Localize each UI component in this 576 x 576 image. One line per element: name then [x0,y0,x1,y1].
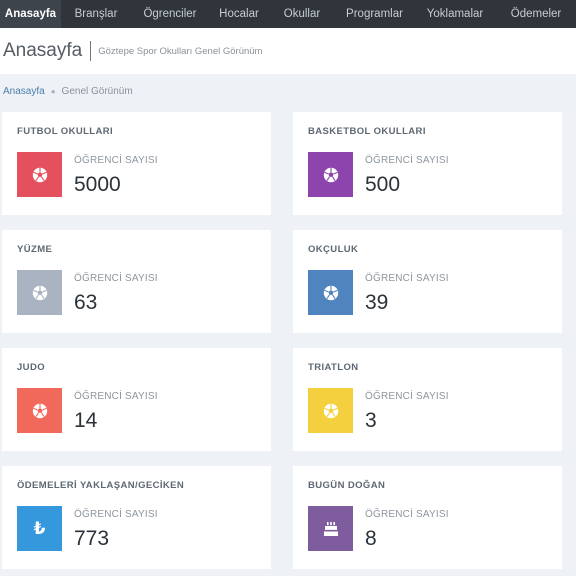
card-title: BUGÜN DOĞAN [308,480,386,491]
nav-item-programlar[interactable]: Programlar [335,0,414,28]
nav-item-anasayfa[interactable]: Anasayfa [0,0,61,28]
card-icon-box [17,388,62,433]
card-value: 5000 [74,173,121,196]
card-title: JUDO [17,362,45,373]
card-value: 39 [365,291,389,314]
card-label: ÖĞRENCİ SAYISI [365,155,449,166]
breadcrumb: Anasayfa ● Genel Görünüm [3,86,133,97]
card-icon-box [308,388,353,433]
soccer-ball-icon [323,403,338,418]
card-label: ÖĞRENCİ SAYISI [74,391,158,402]
stat-card-judo[interactable]: JUDO ÖĞRENCİ SAYISI 14 [2,348,271,451]
card-title: BASKETBOL OKULLARI [308,126,426,137]
card-title: OKÇULUK [308,244,359,255]
stat-card-yuzme[interactable]: YÜZME ÖĞRENCİ SAYISI 63 [2,230,271,333]
stat-card-triatlon[interactable]: TRIATLON ÖĞRENCİ SAYISI 3 [293,348,562,451]
birthday-cake-icon [323,521,338,536]
card-label: ÖĞRENCİ SAYISI [74,155,158,166]
breadcrumb-current: Genel Görünüm [61,86,133,97]
card-icon-box [17,152,62,197]
card-label: ÖĞRENCİ SAYISI [74,509,158,520]
card-label: ÖĞRENCİ SAYISI [365,509,449,520]
card-icon-box [308,506,353,551]
nav-item-branslar[interactable]: Branşlar [61,0,131,28]
card-title: ÖDEMELERİ YAKLAŞAN/GECİKEN [17,480,185,491]
lira-icon: ₺ [33,518,46,539]
card-value: 3 [365,409,377,432]
soccer-ball-icon [32,167,47,182]
card-value: 14 [74,409,98,432]
card-label: ÖĞRENCİ SAYISI [365,391,449,402]
card-value: 500 [365,173,401,196]
card-title: TRIATLON [308,362,359,373]
page-title: Anasayfa [3,40,83,61]
nav-item-yoklamalar[interactable]: Yoklamalar [414,0,496,28]
breadcrumb-home-link[interactable]: Anasayfa [3,86,45,97]
card-title: YÜZME [17,244,53,255]
nav-item-odemeler[interactable]: Ödemeler [496,0,576,28]
nav-item-okullar[interactable]: Okullar [269,0,335,28]
card-icon-box: ₺ [17,506,62,551]
breadcrumb-separator-icon: ● [50,87,56,96]
card-label: ÖĞRENCİ SAYISI [74,273,158,284]
card-value: 8 [365,527,377,550]
nav-item-ogrenciler[interactable]: Ögrenciler [131,0,209,28]
page-header: Anasayfa Göztepe Spor Okulları Genel Gör… [0,28,576,74]
stat-card-odemeler[interactable]: ÖDEMELERİ YAKLAŞAN/GECİKEN ₺ ÖĞRENCİ SAY… [2,466,271,569]
page-subtitle: Göztepe Spor Okulları Genel Görünüm [98,45,263,57]
nav-item-hocalar[interactable]: Hocalar [209,0,269,28]
stat-card-bugun-dogan[interactable]: BUGÜN DOĞAN ÖĞRENCİ SAYISI 8 [293,466,562,569]
soccer-ball-icon [323,285,338,300]
card-icon-box [17,270,62,315]
stat-card-okculuk[interactable]: OKÇULUK ÖĞRENCİ SAYISI 39 [293,230,562,333]
title-separator [90,41,92,61]
stat-card-futbol[interactable]: FUTBOL OKULLARI ÖĞRENCİ SAYISI 5000 [2,112,271,215]
soccer-ball-icon [323,167,338,182]
card-icon-box [308,152,353,197]
soccer-ball-icon [32,403,47,418]
soccer-ball-icon [32,285,47,300]
card-value: 773 [74,527,110,550]
top-navigation: Anasayfa Branşlar Ögrenciler Hocalar Oku… [0,0,576,28]
card-label: ÖĞRENCİ SAYISI [365,273,449,284]
card-icon-box [308,270,353,315]
card-title: FUTBOL OKULLARI [17,126,114,137]
stat-card-basketbol[interactable]: BASKETBOL OKULLARI ÖĞRENCİ SAYISI 500 [293,112,562,215]
card-value: 63 [74,291,98,314]
